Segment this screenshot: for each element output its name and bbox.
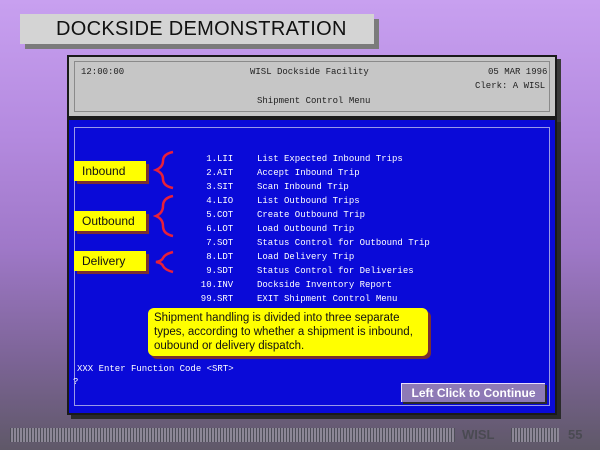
menu-item-number: 2. [206,168,217,178]
menu-item-inv[interactable]: 10. INV Dockside Inventory Report [181,280,392,292]
slide-title: DOCKSIDE DEMONSTRATION [20,14,374,44]
menu-item-description: Status Control for Outbound Trip [257,238,430,248]
menu-item-ait[interactable]: 2. AIT Accept Inbound Trip [181,168,359,180]
menu-item-code: AIT [217,168,234,178]
menu-item-number: 7. [206,238,217,248]
delivery-bracket-icon [155,250,174,274]
footer-label: WISL [462,427,495,442]
menu-item-description: Load Outbound Trip [257,224,355,234]
continue-button[interactable]: Left Click to Continue [401,383,545,402]
header-time: 12:00:00 [81,67,125,77]
header-date: 05 MAR 1996 [488,67,548,77]
menu-item-code: COT [217,210,234,220]
input-cursor[interactable]: ? [73,377,78,387]
menu-item-code: SRT [217,294,234,304]
delivery-label: Delivery [74,251,146,271]
menu-item-description: Accept Inbound Trip [257,168,360,178]
menu-item-sdt[interactable]: 9. SDT Status Control for Deliveries [181,266,413,278]
menu-item-number: 5. [206,210,217,220]
outbound-bracket-icon [153,194,174,238]
menu-item-description: List Outbound Trips [257,196,360,206]
menu-item-description: Status Control for Deliveries [257,266,414,276]
menu-item-description: Create Outbound Trip [257,210,366,220]
menu-item-sot[interactable]: 7. SOT Status Control for Outbound Trip [181,238,430,250]
menu-item-ldt[interactable]: 8. LDT Load Delivery Trip [181,252,354,264]
header-menu-title: Shipment Control Menu [257,96,371,106]
menu-item-description: Dockside Inventory Report [257,280,393,290]
menu-item-lii[interactable]: 1. LII List Expected Inbound Trips [181,154,403,166]
menu-item-lio[interactable]: 4. LIO List Outbound Trips [181,196,359,208]
terminal-header: 12:00:00 WISL Dockside Facility 05 MAR 1… [67,55,557,118]
menu-item-number: 8. [206,252,217,262]
menu-item-sit[interactable]: 3. SIT Scan Inbound Trip [181,182,349,194]
explanation-callout: Shipment handling is divided into three … [148,308,428,356]
function-code-prompt: XXX Enter Function Code <SRT> [77,364,234,374]
menu-item-description: Load Delivery Trip [257,252,355,262]
menu-item-code: SIT [217,182,234,192]
menu-item-number: 99. [200,294,217,304]
header-clerk: Clerk: A WISL [475,81,546,91]
menu-item-lot[interactable]: 6. LOT Load Outbound Trip [181,224,354,236]
inbound-label: Inbound [74,161,146,181]
menu-item-code: LIO [217,196,234,206]
page-number: 55 [568,427,583,442]
menu-item-code: LII [217,154,234,164]
menu-item-number: 10. [200,280,217,290]
menu-item-code: INV [217,280,234,290]
inbound-bracket-icon [153,150,174,190]
menu-item-code: LOT [217,224,234,234]
menu-item-number: 4. [206,196,217,206]
menu-item-number: 3. [206,182,217,192]
menu-item-cot[interactable]: 5. COT Create Outbound Trip [181,210,365,222]
menu-item-srt[interactable]: 99. SRT EXIT Shipment Control Menu [181,294,398,306]
menu-item-code: SDT [217,266,234,276]
footer-barcode [10,428,455,442]
menu-item-number: 1. [206,154,217,164]
menu-item-code: LDT [217,252,234,262]
menu-item-code: SOT [217,238,234,248]
menu-item-description: Scan Inbound Trip [257,182,349,192]
menu-item-number: 6. [206,224,217,234]
footer-barcode-right [511,428,559,442]
menu-item-number: 9. [206,266,217,276]
menu-item-description: List Expected Inbound Trips [257,154,403,164]
header-facility: WISL Dockside Facility [250,67,369,77]
outbound-label: Outbound [74,211,146,231]
menu-item-description: EXIT Shipment Control Menu [257,294,398,304]
